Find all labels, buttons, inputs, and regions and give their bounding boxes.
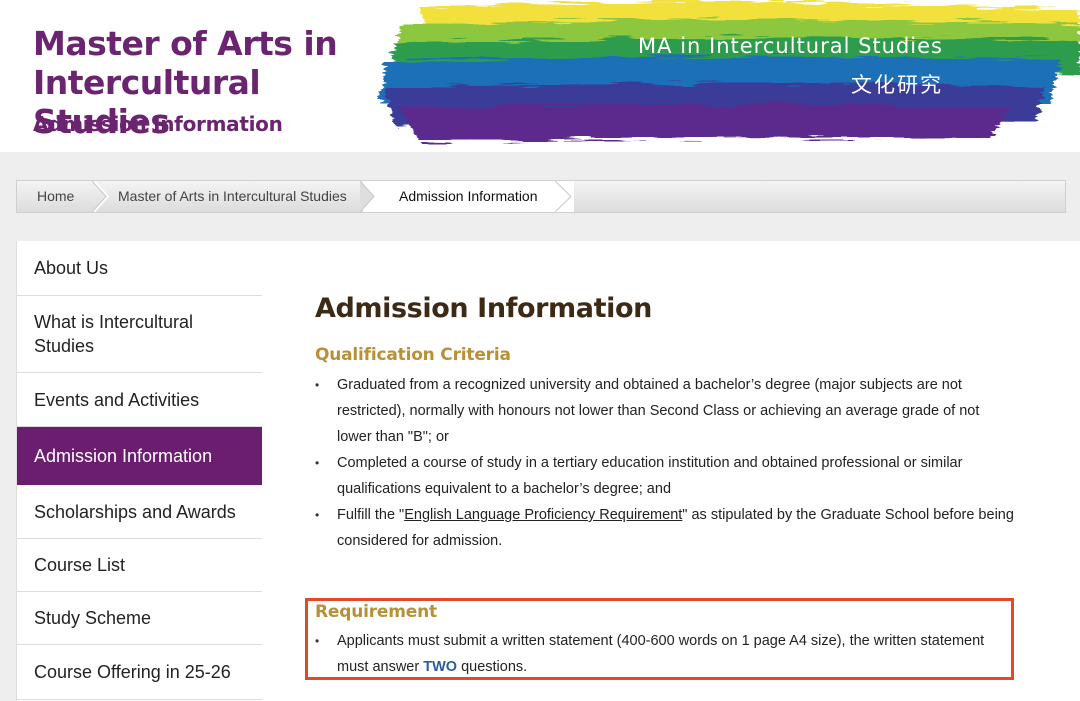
sidebar-item-course-list[interactable]: Course List xyxy=(17,539,262,592)
list-item: Fulfill the "English Language Proficienc… xyxy=(315,502,1015,554)
list-item: Applicants must submit a written stateme… xyxy=(315,628,1005,680)
sidebar-item-label: Events and Activities xyxy=(34,389,200,410)
qualification-criteria-heading: Qualification Criteria xyxy=(315,345,511,365)
breadcrumb-program-link[interactable]: Master of Arts in Intercultural Studies xyxy=(118,181,347,212)
page-title: Admission Information xyxy=(315,293,652,324)
breadcrumb: Home Master of Arts in Intercultural Stu… xyxy=(16,180,1066,213)
qualification-criteria-list: Graduated from a recognized university a… xyxy=(315,372,1015,554)
sidebar-item-label: Course List xyxy=(34,555,126,575)
banner-title-english: MA in Intercultural Studies xyxy=(638,34,943,58)
sidebar-item-label: Course Offering in 25-26 xyxy=(34,662,231,682)
main-content: Admission Information Qualification Crit… xyxy=(262,241,1080,701)
sidebar-item-about-us[interactable]: About Us xyxy=(17,241,262,296)
sidebar-item-label: Admission Information xyxy=(34,445,213,466)
sidebar-item-label: About Us xyxy=(34,258,109,278)
sidebar-item-label: What is Intercultural Studies xyxy=(34,312,194,356)
sidebar-item-what-is-intercultural-studies[interactable]: What is Intercultural Studies xyxy=(17,296,262,373)
requirement-heading: Requirement xyxy=(315,602,437,622)
requirement-list: Applicants must submit a written stateme… xyxy=(315,628,1005,680)
list-item-text: questions. xyxy=(457,659,528,675)
sidebar-item-events-and-activities[interactable]: Events and Activities xyxy=(17,373,262,427)
sidebar-item-label: Scholarships and Awards xyxy=(34,501,236,522)
emphasis-two: TWO xyxy=(423,659,458,675)
sidebar-item-study-scheme[interactable]: Study Scheme xyxy=(17,592,262,645)
sidebar-nav: About Us What is Intercultural Studies E… xyxy=(16,241,262,701)
list-item-text: Fulfill the " xyxy=(337,507,405,523)
breadcrumb-separator-icon xyxy=(360,181,375,212)
breadcrumb-home-link[interactable]: Home xyxy=(37,181,74,212)
breadcrumb-separator-icon xyxy=(92,181,110,212)
banner-title-chinese: 文化研究 xyxy=(851,73,943,97)
sidebar-item-label: Study Scheme xyxy=(34,608,152,628)
breadcrumb-separator-icon xyxy=(555,181,572,212)
sidebar-item-scholarships-and-awards[interactable]: Scholarships and Awards xyxy=(17,485,262,539)
sidebar-item-admission-information[interactable]: Admission Information xyxy=(17,427,262,485)
list-item: Graduated from a recognized university a… xyxy=(315,372,1015,450)
site-header: Master of Arts in Intercultural Studies … xyxy=(0,0,1080,152)
breadcrumb-current-page: Admission Information xyxy=(363,181,574,212)
site-title-line1: Master of Arts in xyxy=(33,24,338,63)
sidebar-item-course-offering[interactable]: Course Offering in 25-26 xyxy=(17,645,262,700)
site-subtitle: Admission Information xyxy=(33,112,283,136)
list-item: Completed a course of study in a tertiar… xyxy=(315,450,1015,502)
english-proficiency-link[interactable]: English Language Proficiency Requirement xyxy=(404,507,682,523)
